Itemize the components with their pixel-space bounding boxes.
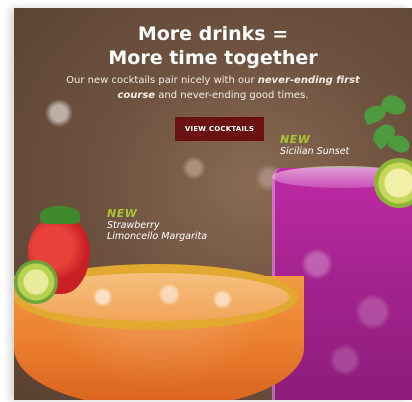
strawberry-leaves-image [40,206,80,224]
drink-name-line-1: Strawberry [107,220,160,231]
margarita-label: NEW Strawberry Limoncello Margarita [107,207,208,243]
subcopy-text-1: Our new cocktails pair nicely with our [66,75,258,86]
cocktail-promo-banner: More drinks = More time together Our new… [14,8,412,400]
subcopy-text-2: and never-ending good times. [155,90,309,101]
sicilian-sunset-label: NEW Sicilian Sunset [280,133,350,158]
promo-headline: More drinks = More time together [14,22,412,70]
new-badge: NEW [280,133,311,146]
drink-name-line-2: Limoncello Margarita [107,231,208,242]
lime-wedge-image [14,260,58,304]
promo-subcopy: Our new cocktails pair nicely with our n… [54,73,372,103]
mint-garnish-image [354,91,412,166]
view-cocktails-button[interactable]: VIEW COCKTAILS [175,117,264,141]
headline-line-2: More time together [108,47,318,69]
drink-name: Sicilian Sunset [280,146,350,157]
headline-line-1: More drinks = [137,23,289,45]
new-badge: NEW [107,207,138,220]
